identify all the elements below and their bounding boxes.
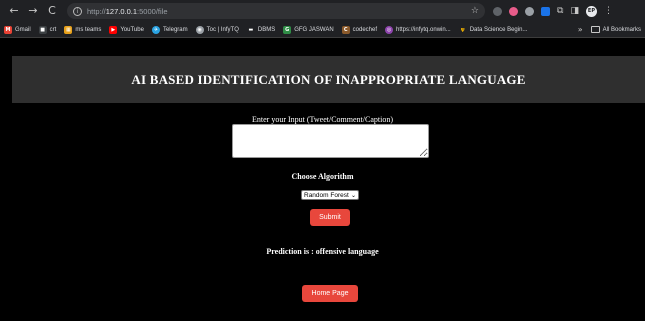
codechef-icon: C xyxy=(341,25,350,34)
teams-icon: ▦ xyxy=(64,25,73,34)
browser-toolbar: ← → C i http://127.0.0.1:5000/file ☆ ⧉ ◨… xyxy=(0,0,645,22)
bookmark-star-icon[interactable]: ☆ xyxy=(471,6,479,16)
bookmark-item[interactable]: Ccodechef xyxy=(341,25,377,34)
prediction-result: Prediction is : offensive language xyxy=(266,247,379,256)
page-header: AI BASED IDENTIFICATION OF INAPPROPRIATE… xyxy=(12,56,645,103)
extension-1-icon[interactable] xyxy=(493,6,502,16)
infytq-icon: ◉ xyxy=(195,25,204,34)
chevron-down-icon: ⌄ xyxy=(350,192,356,199)
all-bookmarks-button[interactable]: All Bookmarks xyxy=(590,26,641,33)
page-title: AI BASED IDENTIFICATION OF INAPPROPRIATE… xyxy=(131,71,526,87)
url-text: http://127.0.0.1:5000/file xyxy=(87,6,168,16)
address-bar[interactable]: i http://127.0.0.1:5000/file ☆ xyxy=(67,3,485,19)
text-input[interactable] xyxy=(232,124,429,158)
site-info-icon[interactable]: i xyxy=(73,6,82,16)
extensions-puzzle-icon[interactable]: ⧉ xyxy=(557,6,563,16)
extension-3-icon[interactable] xyxy=(525,6,534,16)
folder-icon xyxy=(590,26,600,33)
bookmark-item[interactable]: M Gmail xyxy=(4,25,31,34)
bookmark-item[interactable]: ▶ YouTube xyxy=(109,25,144,34)
crt-icon: ■ xyxy=(38,25,47,34)
extensions-area: ⧉ ◨ EP ⋮ xyxy=(493,5,613,17)
bookmark-item[interactable]: ▬ DBMS xyxy=(246,25,275,34)
algorithm-selected-value: Random Forest xyxy=(304,191,349,199)
home-page-button[interactable]: Home Page xyxy=(302,285,358,302)
bookmarks-overflow-icon[interactable]: » xyxy=(578,25,583,34)
extension-4-icon[interactable] xyxy=(541,6,550,16)
back-arrow-icon[interactable]: ← xyxy=(6,0,22,22)
page-content: AI BASED IDENTIFICATION OF INAPPROPRIATE… xyxy=(0,38,645,321)
youtube-icon: ▶ xyxy=(109,25,118,34)
bookmark-item[interactable]: ◉ Toc | InfyTQ xyxy=(195,25,239,34)
algorithm-select[interactable]: Random Forest ⌄ xyxy=(301,190,359,200)
bookmark-item[interactable]: ◎ https://infytq.onwin... xyxy=(385,25,451,34)
input-label: Enter your Input (Tweet/Comment/Caption) xyxy=(252,115,393,124)
reload-icon[interactable]: C xyxy=(44,0,60,22)
telegram-icon: ✈ xyxy=(151,25,160,34)
extension-2-icon[interactable] xyxy=(509,6,518,16)
bookmark-item[interactable]: ψ Data Science Begin... xyxy=(458,25,527,34)
gmail-icon: M xyxy=(4,25,12,34)
bookmark-item[interactable]: ✈ Telegram xyxy=(151,25,188,34)
bookmarks-bar: M Gmail ■ crt ▦ ms teams ▶ YouTube ✈ Telegram… xyxy=(0,22,645,38)
gfg-icon: G xyxy=(283,25,292,34)
bookmark-item[interactable]: ■ crt xyxy=(38,25,56,34)
menu-kebab-icon[interactable]: ⋮ xyxy=(604,6,613,16)
forward-arrow-icon[interactable]: → xyxy=(25,0,41,22)
submit-button[interactable]: Submit xyxy=(310,209,350,226)
bookmark-item[interactable]: ▦ ms teams xyxy=(64,25,101,34)
algorithm-label: Choose Algorithm xyxy=(291,172,354,181)
side-panel-icon[interactable]: ◨ xyxy=(570,6,579,16)
bookmark-item[interactable]: G GFG JASWAN xyxy=(283,25,334,34)
infytq-link-icon: ◎ xyxy=(385,25,394,34)
dbms-icon: ▬ xyxy=(246,25,255,34)
datascience-icon: ψ xyxy=(458,25,467,34)
profile-avatar[interactable]: EP xyxy=(585,5,597,17)
